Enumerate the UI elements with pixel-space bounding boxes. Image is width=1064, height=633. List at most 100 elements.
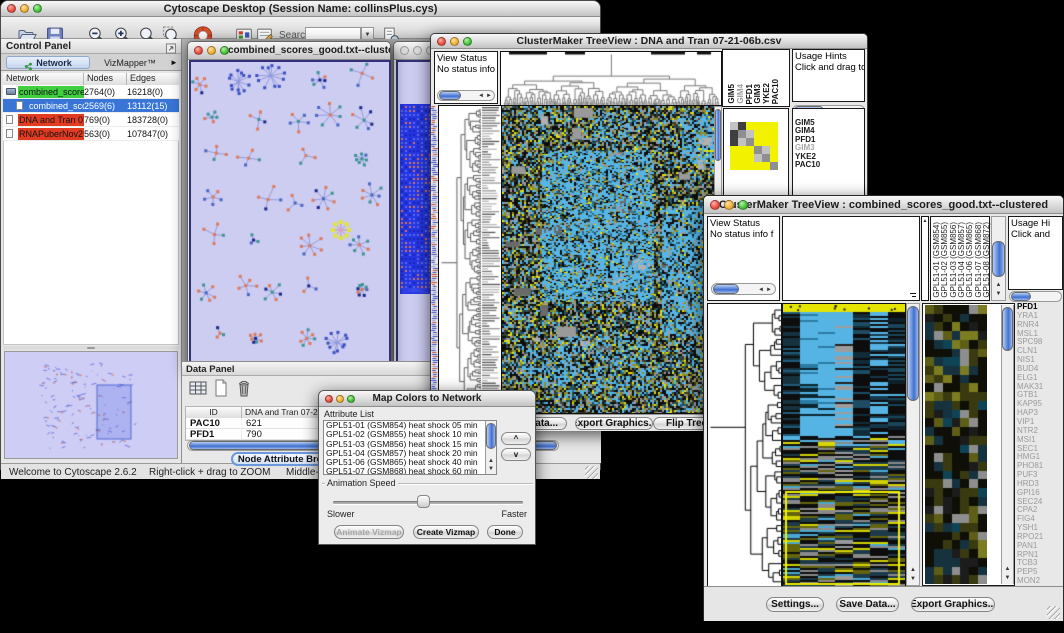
tv2-gene-label[interactable]: SPC98 (1017, 338, 1063, 347)
scroll-down-icon[interactable]: ▼ (1002, 575, 1013, 581)
scroll-up-icon[interactable]: ▲ (992, 282, 1005, 288)
tv2-zoom-vscroll[interactable]: ▲ ▼ (1001, 305, 1014, 584)
tv1-row-dendrogram[interactable] (439, 106, 481, 413)
tv2-gene-label[interactable]: PHO81 (1017, 462, 1063, 471)
tv1-column-label[interactable]: GIM4 (737, 84, 745, 104)
tv2-gene-label[interactable]: MAK31 (1017, 383, 1063, 392)
attribute-item[interactable]: GPL51-03 (GSM856) heat shock 15 min (324, 440, 496, 449)
tv1-mini-heatmap[interactable] (730, 122, 778, 170)
tv2-gene-label[interactable]: RNR4 (1017, 321, 1063, 330)
network-row[interactable]: RNAPuberNov2+563(0)107847(0) (3, 127, 179, 141)
done-button[interactable]: Done (487, 525, 523, 539)
tv2-column-dendrogram[interactable] (782, 216, 920, 301)
tv2-usage-scroll[interactable] (1009, 291, 1062, 302)
tv1-gene-label[interactable]: YKE2 (795, 153, 820, 161)
tv2-gene-label[interactable]: RPO21 (1017, 533, 1063, 542)
tv1-gene-label[interactable]: GIM4 (795, 127, 820, 135)
dialog-titlebar[interactable]: Map Colors to Network (319, 391, 535, 407)
tv2-labels-vscroll[interactable]: ▲ ▼ (991, 216, 1006, 301)
scroll-down-icon[interactable]: ▼ (992, 291, 1005, 297)
tv2-gene-label[interactable]: PFD1 (1017, 303, 1063, 312)
tv2-export-graphics-button[interactable]: Export Graphics... (911, 597, 995, 612)
animation-slider-thumb[interactable] (417, 495, 430, 508)
tv2-settings-button[interactable]: Settings... (766, 597, 824, 612)
tv2-gene-label[interactable]: MSI1 (1017, 436, 1063, 445)
tv2-gene-label[interactable]: PUF3 (1017, 471, 1063, 480)
tv2-gene-label[interactable]: MON2 (1017, 577, 1063, 586)
scroll-down-icon[interactable]: ▼ (907, 576, 919, 582)
tv2-save-data-button[interactable]: Save Data... (836, 597, 899, 612)
treeview1-titlebar[interactable]: ClusterMaker TreeView : DNA and Tran 07-… (431, 34, 867, 49)
tv2-gene-label[interactable]: PEP5 (1017, 568, 1063, 577)
tv2-gene-label[interactable]: CPA2 (1017, 506, 1063, 515)
tv2-view-status-scroll[interactable]: ◄► (711, 283, 776, 295)
tv2-column-label[interactable]: GPL51-08 (GSM872) (983, 222, 991, 298)
zoom-window-icon[interactable] (347, 395, 355, 403)
tv2-zoom-heatmap[interactable] (925, 305, 987, 584)
network-window-1-titlebar[interactable]: combined_scores_good.txt--cluste... (188, 42, 390, 60)
new-attribute-icon[interactable] (211, 379, 231, 397)
attribute-item[interactable]: GPL51-02 (GSM855) heat shock 10 min (324, 430, 496, 439)
trash-icon[interactable] (234, 378, 254, 398)
tv2-gene-label[interactable]: RPN1 (1017, 551, 1063, 560)
tv2-gene-label[interactable]: SEC1 (1017, 445, 1063, 454)
minimize-icon[interactable] (724, 200, 734, 210)
attribute-item[interactable]: GPL51-04 (GSM857) heat shock 20 min (324, 449, 496, 458)
tv2-gene-label[interactable]: TCB3 (1017, 559, 1063, 568)
tab-vizmapper[interactable]: VizMapper™ (93, 56, 167, 69)
col-edges[interactable]: Edges (127, 73, 179, 85)
zoom-window-icon[interactable] (33, 4, 42, 13)
network-row[interactable]: DNA and Tran 07769(0)183728(0) (3, 113, 179, 127)
tv2-gene-label[interactable]: FIG4 (1017, 515, 1063, 524)
tv1-column-dendrogram[interactable] (500, 51, 722, 106)
move-down-button[interactable]: v (501, 448, 531, 461)
minimize-icon[interactable] (336, 395, 344, 403)
zoom-window-icon[interactable] (738, 200, 748, 210)
tv2-column-label[interactable]: GPL51-06 (GSM865) (966, 222, 974, 298)
attribute-item[interactable]: GPL51-01 (GSM854) heat shock 05 min (324, 421, 496, 430)
tv1-column-label[interactable]: YKE2 (763, 83, 771, 104)
tv2-global-vscroll[interactable]: ▲ ▼ (906, 303, 920, 586)
tv2-gene-label[interactable]: SEC24 (1017, 498, 1063, 507)
tv2-gene-label[interactable]: YRA1 (1017, 312, 1063, 321)
tv2-gene-label[interactable]: ELG1 (1017, 374, 1063, 383)
tv2-gene-label[interactable]: NTR2 (1017, 427, 1063, 436)
tv2-gene-label[interactable]: PAN1 (1017, 542, 1063, 551)
attribute-item[interactable]: GPL51-07 (GSM868) heat shock 60 min (324, 467, 496, 475)
network-row[interactable]: combined_sco2569(6)13112(15) (3, 99, 179, 113)
close-icon[interactable] (400, 46, 409, 55)
treeview2-titlebar[interactable]: ClusterMaker TreeView : combined_scores_… (704, 196, 1063, 214)
tv2-global-heatmap[interactable] (782, 303, 906, 588)
tab-network[interactable]: Network (6, 56, 90, 69)
tv1-heatmap[interactable] (501, 105, 715, 414)
scroll-up-icon[interactable]: ▲ (1002, 566, 1013, 572)
tv2-gene-label[interactable]: MSL1 (1017, 330, 1063, 339)
close-icon[interactable] (437, 37, 446, 46)
birdseye-view[interactable] (4, 351, 178, 459)
resize-grip[interactable] (1047, 606, 1060, 619)
tv2-gene-label[interactable]: HMG1 (1017, 453, 1063, 462)
tv2-gene-label[interactable]: NIS1 (1017, 356, 1063, 365)
move-up-button[interactable]: ^ (501, 432, 531, 445)
tv2-gene-label[interactable]: VIP1 (1017, 418, 1063, 427)
minimize-icon[interactable] (413, 46, 422, 55)
tv1-column-label[interactable]: GIM5 (728, 84, 736, 104)
tv2-gene-label[interactable]: GPI16 (1017, 489, 1063, 498)
network-canvas-1[interactable] (189, 60, 391, 366)
close-icon[interactable] (710, 200, 720, 210)
tv1-gene-label[interactable]: GIM3 (795, 144, 820, 152)
tv2-gene-label[interactable]: GTB1 (1017, 391, 1063, 400)
tv1-gene-label[interactable]: PAC10 (795, 161, 820, 169)
close-icon[interactable] (7, 4, 16, 13)
main-titlebar[interactable]: Cytoscape Desktop (Session Name: collins… (1, 1, 600, 17)
tv2-gene-label[interactable]: BUD4 (1017, 365, 1063, 374)
animate-vizmap-button[interactable]: Animate Vizmap (334, 525, 404, 539)
tv2-label-scroll-strip[interactable]: ▲ (921, 216, 929, 301)
col-network[interactable]: Network (3, 73, 84, 85)
scroll-down-icon[interactable]: ▼ (486, 466, 496, 472)
minimize-icon[interactable] (207, 46, 216, 55)
attribute-list-vscroll[interactable]: ▲ ▼ (485, 421, 496, 474)
float-panel-icon[interactable] (165, 41, 177, 52)
attribute-item[interactable]: GPL51-06 (GSM865) heat shock 40 min (324, 458, 496, 467)
tv2-gene-label[interactable]: HRD3 (1017, 480, 1063, 489)
